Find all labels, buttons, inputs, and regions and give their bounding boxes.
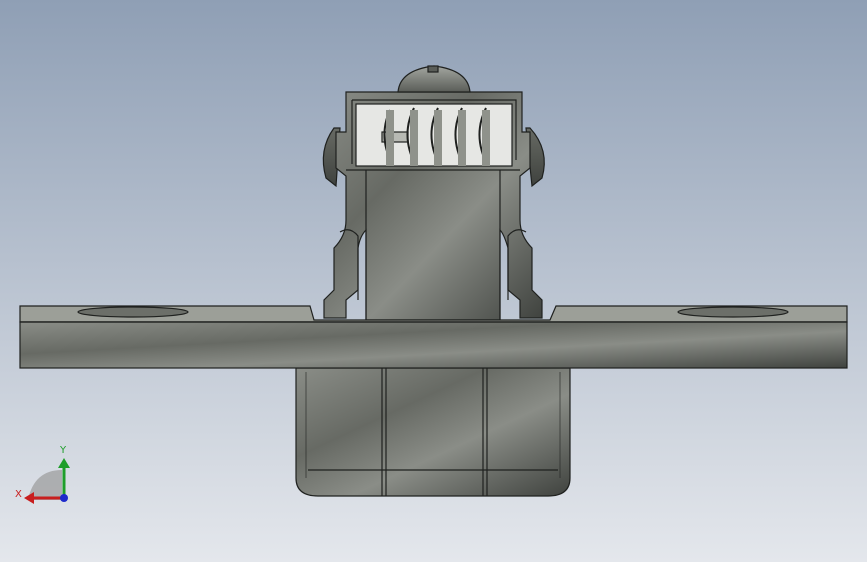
model-canvas[interactable]: Y X [0,0,867,562]
left-mounting-hole[interactable] [77,306,189,318]
x-axis-label: X [15,489,22,500]
right-mounting-hole[interactable] [677,306,789,318]
spring-coils [355,103,513,167]
lower-housing[interactable] [295,367,571,497]
y-axis-label: Y [59,445,67,456]
model-viewport[interactable]: Y X [0,0,867,562]
